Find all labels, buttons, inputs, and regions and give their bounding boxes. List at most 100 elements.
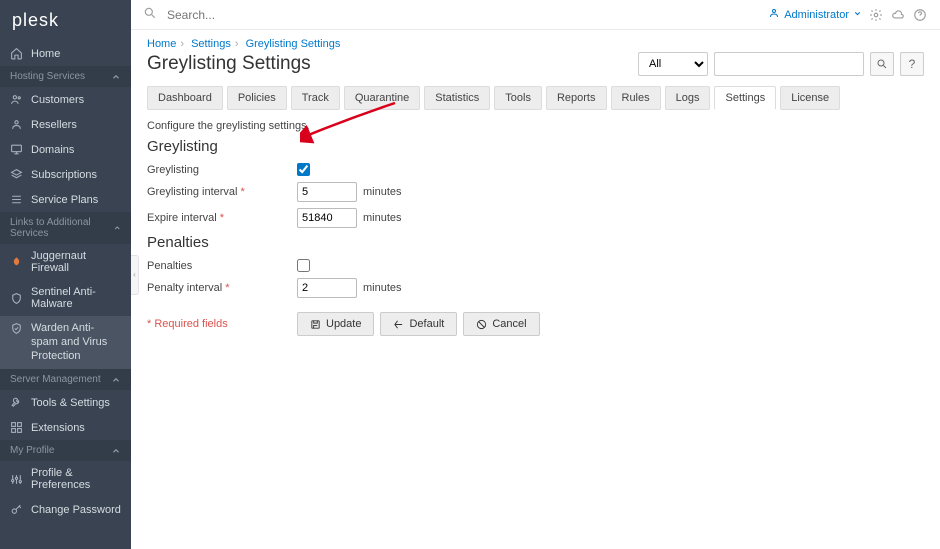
wrench-icon xyxy=(10,396,23,409)
sidebar-item-warden[interactable]: Warden Anti-spam and Virus Protection xyxy=(0,316,131,369)
sidebar-section-links[interactable]: Links to Additional Services xyxy=(0,212,131,244)
sidebar-item-tools[interactable]: Tools & Settings xyxy=(0,390,131,415)
sidebar-item-label: Domains xyxy=(31,144,74,156)
cloud-icon[interactable] xyxy=(890,7,906,23)
filter-search-button[interactable] xyxy=(870,52,894,76)
sidebar-item-label: Service Plans xyxy=(31,194,98,206)
sidebar-item-change-password[interactable]: Change Password xyxy=(0,497,131,522)
expire-interval-input[interactable] xyxy=(297,208,357,228)
breadcrumb-settings[interactable]: Settings xyxy=(191,38,231,50)
sidebar-item-label: Home xyxy=(31,48,60,60)
chevron-up-icon xyxy=(111,72,121,82)
sidebar-item-label: Juggernaut Firewall xyxy=(31,250,121,274)
sidebar-item-service-plans[interactable]: Service Plans xyxy=(0,187,131,212)
section-penalties: Penalties xyxy=(147,234,924,251)
greylisting-checkbox[interactable] xyxy=(297,163,310,176)
sidebar: plesk Home Hosting Services Customers Re… xyxy=(0,0,131,549)
list-icon xyxy=(10,193,23,206)
sidebar-item-sentinel[interactable]: Sentinel Anti-Malware xyxy=(0,280,131,316)
help-icon[interactable] xyxy=(912,7,928,23)
sidebar-section-profile[interactable]: My Profile xyxy=(0,440,131,461)
page-description: Configure the greylisting settings. xyxy=(147,120,924,132)
global-search-input[interactable] xyxy=(167,8,462,22)
sliders-icon xyxy=(10,473,23,486)
tab-logs[interactable]: Logs xyxy=(665,86,711,110)
sidebar-collapse-handle[interactable]: ‹ xyxy=(131,255,139,295)
sidebar-item-label: Extensions xyxy=(31,422,85,434)
sidebar-item-customers[interactable]: Customers xyxy=(0,87,131,112)
tab-license[interactable]: License xyxy=(780,86,840,110)
tab-settings[interactable]: Settings xyxy=(714,86,776,110)
sidebar-item-label: Profile & Preferences xyxy=(31,467,121,491)
sidebar-item-label: Customers xyxy=(31,94,84,106)
shield-icon xyxy=(10,292,23,305)
tabs: DashboardPoliciesTrackQuarantineStatisti… xyxy=(147,86,924,110)
users-icon xyxy=(10,93,23,106)
user-icon xyxy=(10,118,23,131)
sidebar-item-domains[interactable]: Domains xyxy=(0,137,131,162)
greylisting-label: Greylisting xyxy=(147,164,297,176)
chevron-up-icon xyxy=(113,223,121,233)
search-icon xyxy=(143,6,157,23)
section-greylisting: Greylisting xyxy=(147,138,924,155)
tab-statistics[interactable]: Statistics xyxy=(424,86,490,110)
tab-dashboard[interactable]: Dashboard xyxy=(147,86,223,110)
user-menu[interactable]: Administrator xyxy=(768,7,862,22)
sidebar-item-label: Tools & Settings xyxy=(31,397,110,409)
chevron-up-icon xyxy=(111,375,121,385)
penalties-checkbox[interactable] xyxy=(297,259,310,272)
breadcrumb-home[interactable]: Home xyxy=(147,38,176,50)
chevron-up-icon xyxy=(111,446,121,456)
head-tools: All ? xyxy=(638,52,924,76)
filter-select[interactable]: All xyxy=(638,52,708,76)
required-fields-note: * Required fields xyxy=(147,318,297,330)
sidebar-item-resellers[interactable]: Resellers xyxy=(0,112,131,137)
penalties-label: Penalties xyxy=(147,260,297,272)
sidebar-item-label: Sentinel Anti-Malware xyxy=(31,286,121,310)
filter-search-input[interactable] xyxy=(714,52,864,76)
penalty-interval-label: Penalty interval * xyxy=(147,282,297,294)
monitor-icon xyxy=(10,143,23,156)
page-title: Greylisting Settings xyxy=(147,53,311,75)
tab-reports[interactable]: Reports xyxy=(546,86,607,110)
greylisting-interval-input[interactable] xyxy=(297,182,357,202)
layers-icon xyxy=(10,168,23,181)
home-icon xyxy=(10,47,23,60)
main: Administrator Home› Settings› Greylistin… xyxy=(131,0,940,549)
default-button[interactable]: Default xyxy=(380,312,457,336)
user-icon xyxy=(768,7,780,22)
update-button[interactable]: Update xyxy=(297,312,374,336)
key-icon xyxy=(10,503,23,516)
greylisting-interval-unit: minutes xyxy=(363,186,402,198)
sidebar-item-subscriptions[interactable]: Subscriptions xyxy=(0,162,131,187)
expire-interval-label: Expire interval * xyxy=(147,212,297,224)
breadcrumb: Home› Settings› Greylisting Settings xyxy=(147,38,924,50)
filter-help-button[interactable]: ? xyxy=(900,52,924,76)
tab-track[interactable]: Track xyxy=(291,86,340,110)
chevron-down-icon xyxy=(853,9,862,21)
topbar: Administrator xyxy=(131,0,940,30)
sidebar-section-hosting[interactable]: Hosting Services xyxy=(0,66,131,87)
cancel-button[interactable]: Cancel xyxy=(463,312,539,336)
tab-tools[interactable]: Tools xyxy=(494,86,542,110)
user-name: Administrator xyxy=(784,9,849,21)
tab-quarantine[interactable]: Quarantine xyxy=(344,86,420,110)
sidebar-item-juggernaut[interactable]: Juggernaut Firewall xyxy=(0,244,131,280)
penalty-interval-unit: minutes xyxy=(363,282,402,294)
tab-rules[interactable]: Rules xyxy=(611,86,661,110)
penalty-interval-input[interactable] xyxy=(297,278,357,298)
sidebar-item-profile-prefs[interactable]: Profile & Preferences xyxy=(0,461,131,497)
tab-policies[interactable]: Policies xyxy=(227,86,287,110)
sidebar-item-home[interactable]: Home xyxy=(0,41,131,66)
gear-icon[interactable] xyxy=(868,7,884,23)
sidebar-item-label: Change Password xyxy=(31,504,121,516)
shield-check-icon xyxy=(10,322,23,335)
grid-icon xyxy=(10,421,23,434)
sidebar-section-server[interactable]: Server Management xyxy=(0,369,131,390)
sidebar-item-label: Subscriptions xyxy=(31,169,97,181)
content: Home› Settings› Greylisting Settings Gre… xyxy=(131,30,940,344)
sidebar-item-label: Resellers xyxy=(31,119,77,131)
expire-interval-unit: minutes xyxy=(363,212,402,224)
breadcrumb-current[interactable]: Greylisting Settings xyxy=(246,38,341,50)
sidebar-item-extensions[interactable]: Extensions xyxy=(0,415,131,440)
